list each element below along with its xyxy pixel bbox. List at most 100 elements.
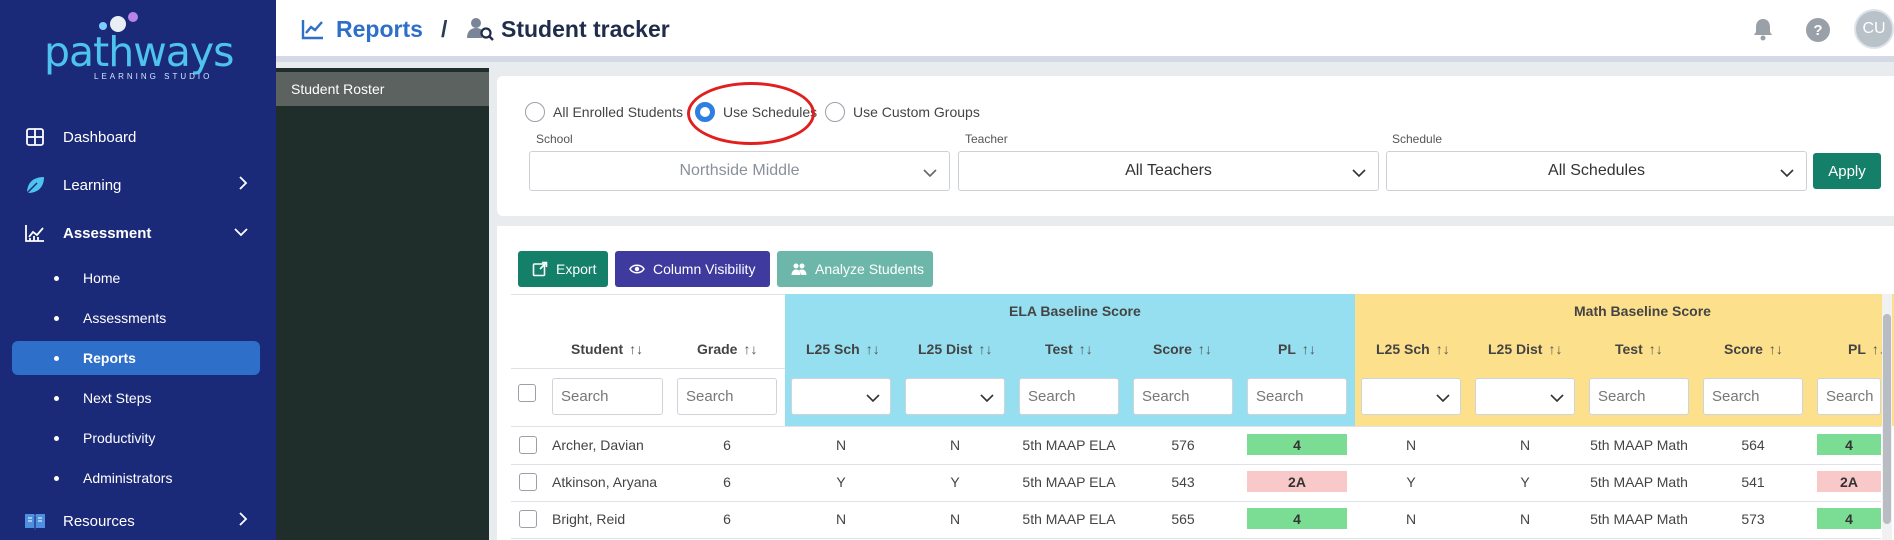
search-input-ela-test[interactable]: Search (1019, 378, 1119, 415)
sidebar-item-label: Assessment (63, 224, 152, 242)
col-header-ela-l25-dist[interactable]: L25 Dist ↑↓ (918, 341, 992, 357)
sort-icon[interactable]: ↑↓ (1436, 341, 1450, 357)
search-input-math-pl[interactable]: Search (1817, 378, 1881, 415)
col-header-ela-pl[interactable]: PL ↑↓ (1278, 341, 1316, 357)
filter-select-ela-l25-sch[interactable] (791, 378, 891, 415)
cell-ela-l25-dist: N (949, 437, 961, 453)
filter-select-math-l25-dist[interactable] (1475, 378, 1575, 415)
filter-select-math-l25-sch[interactable] (1361, 378, 1461, 415)
chevron-down-icon (234, 224, 248, 242)
table-scrollbar[interactable] (1882, 294, 1892, 540)
divider (511, 426, 1881, 427)
sort-icon[interactable]: ↑↓ (1302, 341, 1316, 357)
schedule-select[interactable]: All Schedules (1386, 151, 1807, 191)
sort-icon[interactable]: ↑↓ (1198, 341, 1212, 357)
sidebar-subitem-home[interactable]: Home (12, 261, 260, 295)
chevron-down-icon (866, 390, 880, 408)
school-value: Northside Middle (679, 162, 800, 179)
col-header-math-test[interactable]: Test ↑↓ (1615, 341, 1663, 357)
sidebar-item-learning[interactable]: Learning (0, 167, 276, 203)
logo-dot (128, 12, 138, 22)
sort-icon[interactable]: ↑↓ (1649, 341, 1663, 357)
cell-ela-pl: 4 (1247, 434, 1347, 455)
sort-icon[interactable]: ↑↓ (743, 341, 757, 357)
search-input-ela-pl[interactable]: Search (1247, 378, 1347, 415)
col-header-math-score[interactable]: Score ↑↓ (1724, 341, 1783, 357)
cell-grade: 6 (723, 511, 731, 527)
radio-all-enrolled[interactable]: All Enrolled Students (525, 102, 683, 122)
cell-math-l25-sch: N (1405, 437, 1417, 453)
sidebar-item-label: Resources (63, 512, 135, 530)
sidebar-subitem-reports[interactable]: Reports (12, 341, 260, 375)
sidebar-item-resources[interactable]: Resources (0, 503, 276, 539)
sort-icon[interactable]: ↑↓ (1548, 341, 1562, 357)
cell-ela-score: 565 (1171, 511, 1195, 527)
highlight-annotation (687, 82, 815, 145)
search-input-math-score[interactable]: Search (1703, 378, 1803, 415)
breadcrumb-separator: / (441, 16, 448, 42)
cell-math-pl: 4 (1817, 434, 1881, 455)
apply-button[interactable]: Apply (1813, 153, 1881, 189)
col-header-math-l25-sch[interactable]: L25 Sch ↑↓ (1376, 341, 1450, 357)
school-select[interactable]: Northside Middle (529, 151, 950, 191)
col-header-math-pl[interactable]: PL ↑↓ (1848, 341, 1886, 357)
nav-student-roster[interactable]: Student Roster (276, 72, 489, 106)
book-icon (24, 510, 46, 532)
math-group-header: Math Baseline Score (1574, 303, 1711, 319)
radio-custom-groups[interactable]: Use Custom Groups (825, 102, 980, 122)
sidebar-item-dashboard[interactable]: Dashboard (0, 119, 276, 155)
sidebar-subitem-assessments[interactable]: Assessments (12, 301, 260, 335)
sidebar-subitem-next-steps[interactable]: Next Steps (12, 381, 260, 415)
column-visibility-button[interactable]: Column Visibility (615, 251, 770, 287)
row-checkbox[interactable] (519, 473, 537, 491)
radio-label: Use Custom Groups (853, 104, 980, 120)
sidebar-item-assessment[interactable]: Assessment (0, 215, 276, 251)
col-header-math-l25-dist[interactable]: L25 Dist ↑↓ (1488, 341, 1562, 357)
chevron-down-icon (1780, 165, 1794, 183)
chevron-right-icon (238, 511, 248, 531)
scrollbar-thumb[interactable] (1883, 314, 1891, 524)
teacher-select[interactable]: All Teachers (958, 151, 1379, 191)
col-header-ela-score[interactable]: Score ↑↓ (1153, 341, 1212, 357)
chevron-down-icon (1436, 390, 1450, 408)
col-header-ela-test[interactable]: Test ↑↓ (1045, 341, 1093, 357)
help-icon[interactable]: ? (1806, 18, 1830, 42)
export-label: Export (556, 261, 597, 277)
sort-icon[interactable]: ↑↓ (1769, 341, 1783, 357)
cell-ela-l25-sch: N (835, 437, 847, 453)
search-input-student[interactable]: Search (552, 378, 663, 415)
sidebar-subitem-administrators[interactable]: Administrators (12, 461, 260, 495)
breadcrumb-reports[interactable]: Reports (336, 16, 423, 43)
col-header-grade[interactable]: Grade ↑↓ (697, 341, 757, 357)
row-checkbox[interactable] (519, 436, 537, 454)
pathways-logo[interactable]: pathways LEARNING STUDIO (40, 8, 240, 81)
sort-icon[interactable]: ↑↓ (978, 341, 992, 357)
top-header: Reports / Student tracker ? CU (276, 0, 1894, 62)
analyze-students-button[interactable]: Analyze Students (777, 251, 933, 287)
avatar[interactable]: CU (1854, 9, 1894, 49)
chevron-down-icon (1550, 390, 1564, 408)
sort-icon[interactable]: ↑↓ (629, 341, 643, 357)
select-all-checkbox[interactable] (518, 384, 536, 402)
search-input-grade[interactable]: Search (677, 378, 777, 415)
radio-circle (825, 102, 845, 122)
sidebar-subitem-productivity[interactable]: Productivity (12, 421, 260, 455)
cell-math-score: 541 (1741, 474, 1765, 490)
radio-circle (525, 102, 545, 122)
bell-icon[interactable] (1752, 17, 1774, 46)
ela-group-header: ELA Baseline Score (1009, 303, 1141, 319)
bullet (54, 435, 59, 441)
row-checkbox[interactable] (519, 510, 537, 528)
cell-ela-test: 5th MAAP ELA (1022, 437, 1116, 453)
sort-icon[interactable]: ↑↓ (1079, 341, 1093, 357)
export-button[interactable]: Export (518, 251, 608, 287)
col-header-ela-l25-sch[interactable]: L25 Sch ↑↓ (806, 341, 880, 357)
search-input-math-test[interactable]: Search (1589, 378, 1689, 415)
sort-icon[interactable]: ↑↓ (866, 341, 880, 357)
col-header-student[interactable]: Student ↑↓ (571, 341, 643, 357)
search-input-ela-score[interactable]: Search (1133, 378, 1233, 415)
cell-ela-test: 5th MAAP ELA (1022, 511, 1116, 527)
filter-select-ela-l25-dist[interactable] (905, 378, 1005, 415)
cell-ela-pl: 4 (1247, 508, 1347, 529)
logo-subtitle: LEARNING STUDIO (94, 72, 213, 81)
